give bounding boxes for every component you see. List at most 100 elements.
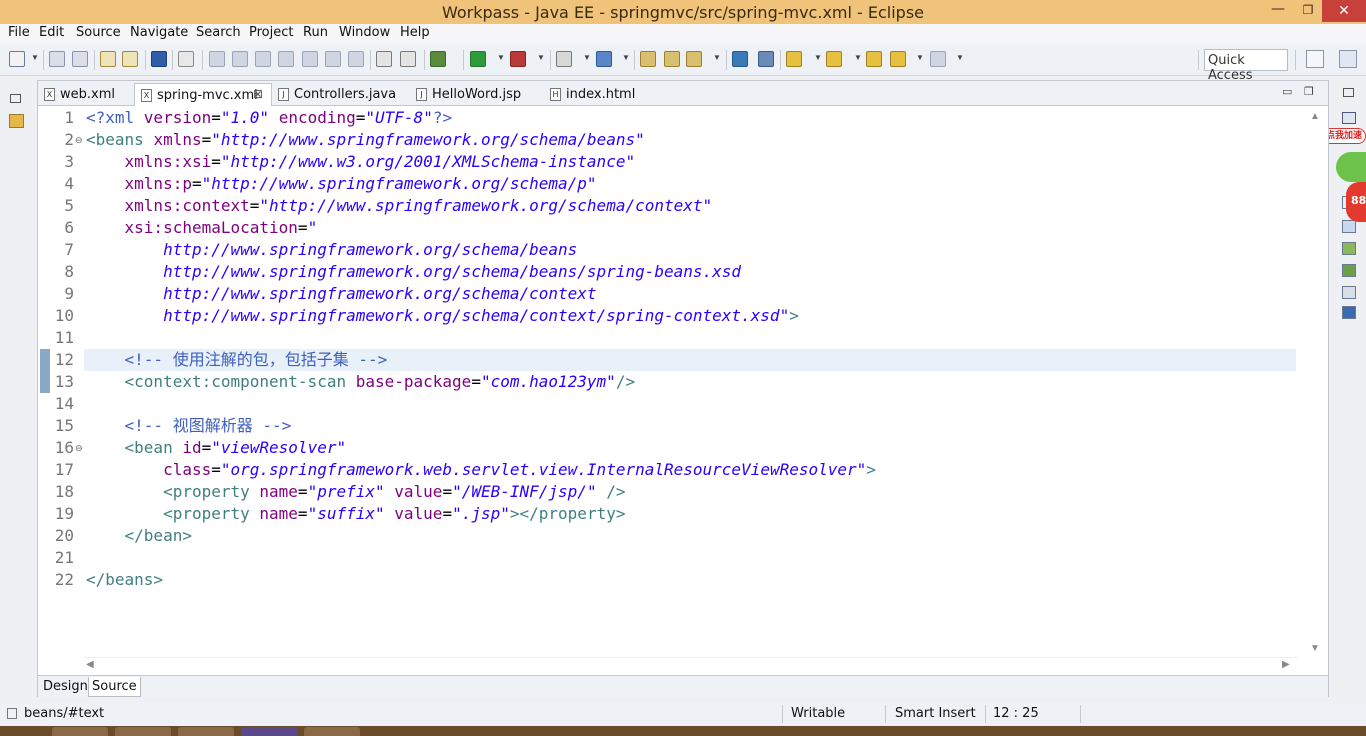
fold-toggle-icon[interactable]: ⊖ <box>75 437 84 459</box>
code-line[interactable]: xmlns:context="http://www.springframewor… <box>86 195 713 217</box>
maximize-button[interactable]: ❐ <box>1294 0 1322 22</box>
new-server-icon[interactable] <box>556 51 572 67</box>
outline-icon[interactable] <box>1342 112 1356 124</box>
chevron-down-icon[interactable]: ▼ <box>622 53 630 62</box>
new-java-icon[interactable] <box>596 51 612 67</box>
prev-annotation-icon[interactable] <box>826 51 842 67</box>
page-tab-design[interactable]: Design <box>40 677 91 697</box>
build-icon[interactable] <box>100 51 116 67</box>
code-line[interactable]: </bean> <box>86 525 192 547</box>
open-task-icon[interactable] <box>664 51 680 67</box>
chevron-down-icon[interactable]: ▼ <box>814 53 822 62</box>
code-line[interactable]: <?xml version="1.0" encoding="UTF-8"?> <box>86 107 452 129</box>
menu-item-window[interactable]: Window <box>339 25 390 40</box>
properties-icon[interactable] <box>122 51 138 67</box>
resume-icon[interactable] <box>209 51 225 67</box>
taskbar-item[interactable] <box>178 727 234 736</box>
chevron-down-icon[interactable]: ▼ <box>31 53 39 62</box>
open-perspective-icon[interactable] <box>1306 50 1324 68</box>
new-icon[interactable] <box>9 51 25 67</box>
last-edit-icon[interactable] <box>866 51 882 67</box>
taskbar-item[interactable] <box>304 727 360 736</box>
menu-item-project[interactable]: Project <box>249 25 293 40</box>
suspend-icon[interactable] <box>232 51 248 67</box>
data-source-icon[interactable] <box>1342 264 1356 277</box>
disconnect-icon[interactable] <box>278 51 294 67</box>
search-icon[interactable] <box>686 51 702 67</box>
next-annotation-icon[interactable] <box>786 51 802 67</box>
fold-toggle-icon[interactable]: ⊖ <box>75 129 84 151</box>
editor-tab-web-xml[interactable]: Xweb.xml <box>38 83 134 106</box>
save-all-icon[interactable] <box>72 51 88 67</box>
code-line[interactable]: <beans xmlns="http://www.springframework… <box>86 129 645 151</box>
package-explorer-icon[interactable] <box>9 114 24 128</box>
menu-item-source[interactable]: Source <box>76 25 121 40</box>
external-tools-icon[interactable] <box>400 51 416 67</box>
page-tab-source[interactable]: Source <box>88 677 141 697</box>
code-line[interactable]: class="org.springframework.web.servlet.v… <box>86 459 876 481</box>
chevron-down-icon[interactable]: ▼ <box>956 53 964 62</box>
code-line[interactable]: http://www.springframework.org/schema/be… <box>86 261 741 283</box>
code-text-area[interactable]: <?xml version="1.0" encoding="UTF-8"?> <b… <box>84 107 1298 657</box>
code-line[interactable]: xsi:schemaLocation=" <box>86 217 318 239</box>
chevron-down-icon[interactable]: ▼ <box>916 53 924 62</box>
editor-tab-index-html[interactable]: Hindex.html <box>544 83 644 106</box>
code-line[interactable]: <property name="prefix" value="/WEB-INF/… <box>86 481 625 503</box>
close-tab-icon[interactable]: ⊠ <box>253 87 263 101</box>
horizontal-scrollbar[interactable]: ◀ ▶ <box>84 657 1298 673</box>
chevron-down-icon[interactable]: ▼ <box>854 53 862 62</box>
snippets-icon[interactable] <box>1342 286 1356 299</box>
servers-icon[interactable] <box>1342 242 1356 255</box>
chevron-down-icon[interactable]: ▼ <box>497 53 505 62</box>
code-line[interactable]: </beans> <box>86 569 163 591</box>
quick-access-input[interactable]: Quick Access <box>1204 49 1288 83</box>
web-browser-icon[interactable] <box>732 51 748 67</box>
code-line[interactable]: <context:component-scan base-package="co… <box>86 371 636 393</box>
annotation-icon[interactable] <box>376 51 392 67</box>
scroll-up-icon[interactable]: ▲ <box>1310 111 1320 122</box>
code-line[interactable]: <!-- 视图解析器 --> <box>86 415 292 437</box>
restore-icon[interactable] <box>1343 88 1354 97</box>
java-ee-perspective-icon[interactable] <box>1339 50 1357 68</box>
console-icon[interactable] <box>151 51 167 67</box>
chevron-down-icon[interactable]: ▼ <box>713 53 721 62</box>
code-line[interactable]: xmlns:xsi="http://www.w3.org/2001/XMLSch… <box>86 151 636 173</box>
restore-icon[interactable] <box>10 94 21 103</box>
editor-tab-controllers-java[interactable]: J Controllers.java <box>272 83 410 106</box>
maximize-editor-icon[interactable]: ❐ <box>1304 85 1314 98</box>
refresh-icon[interactable] <box>758 51 774 67</box>
back-icon[interactable] <box>890 51 906 67</box>
step-over-icon[interactable] <box>325 51 341 67</box>
code-line[interactable]: http://www.springframework.org/schema/be… <box>86 239 577 261</box>
menu-item-navigate[interactable]: Navigate <box>130 25 188 40</box>
code-line[interactable]: http://www.springframework.org/schema/co… <box>86 283 596 305</box>
terminate-icon[interactable] <box>255 51 271 67</box>
minimize-editor-icon[interactable]: ▭ <box>1282 85 1292 98</box>
minimize-button[interactable]: — <box>1262 0 1294 22</box>
skip-breakpoints-icon[interactable] <box>178 51 194 67</box>
accelerator-ball[interactable]: 88 <box>1346 182 1366 222</box>
code-line[interactable]: xmlns:p="http://www.springframework.org/… <box>86 173 597 195</box>
forward-icon[interactable] <box>930 51 946 67</box>
save-icon[interactable] <box>49 51 65 67</box>
console-view-icon[interactable] <box>1342 306 1356 319</box>
step-return-icon[interactable] <box>348 51 364 67</box>
menu-item-run[interactable]: Run <box>303 25 328 40</box>
scroll-down-icon[interactable]: ▼ <box>1310 643 1320 654</box>
code-line[interactable]: <property name="suffix" value=".jsp"></p… <box>86 503 625 525</box>
chevron-down-icon[interactable]: ▼ <box>583 53 591 62</box>
taskbar-item[interactable] <box>241 727 297 736</box>
vertical-scrollbar[interactable]: ▲ ▼ <box>1300 107 1328 657</box>
editor-tab-spring-mvc-xml[interactable]: Xspring-mvc.xml ⊠ <box>134 83 272 106</box>
editor-tab-helloword-jsp[interactable]: J HelloWord.jsp <box>410 83 544 106</box>
menu-item-help[interactable]: Help <box>400 25 430 40</box>
close-button[interactable]: ✕ <box>1322 0 1366 22</box>
coverage-icon[interactable] <box>510 51 526 67</box>
chevron-down-icon[interactable]: ▼ <box>537 53 545 62</box>
debug-icon[interactable] <box>430 51 446 67</box>
run-icon[interactable] <box>470 51 486 67</box>
markers-icon[interactable] <box>1342 220 1356 233</box>
menu-item-file[interactable]: File <box>8 25 30 40</box>
code-line[interactable]: <!-- 使用注解的包，包括子集 --> <box>86 349 388 371</box>
code-line[interactable]: http://www.springframework.org/schema/co… <box>86 305 799 327</box>
